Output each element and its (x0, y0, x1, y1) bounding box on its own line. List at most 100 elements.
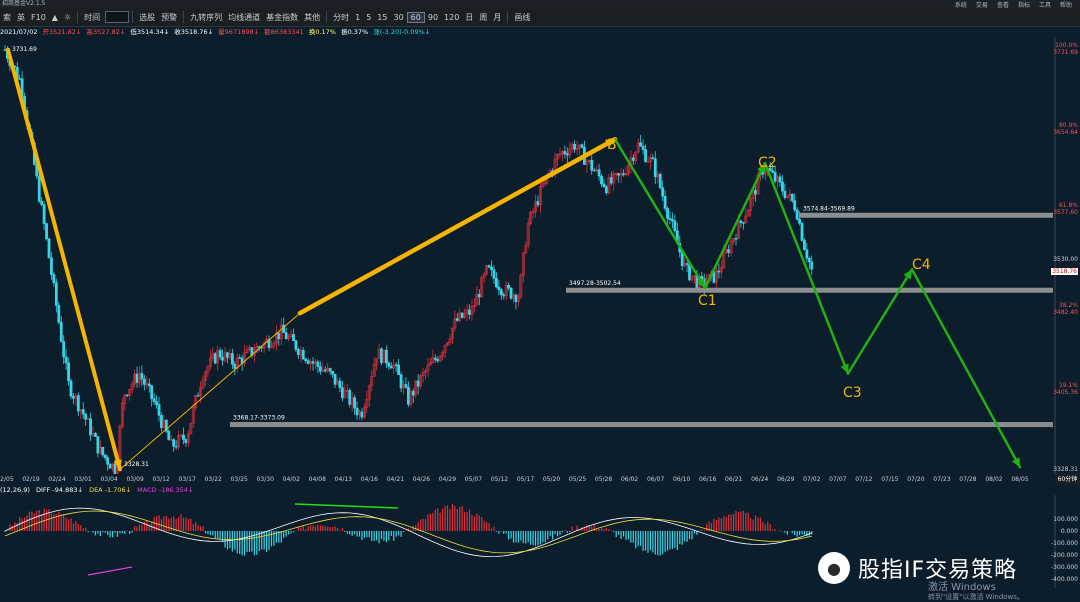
candle-body (306, 360, 310, 364)
candle-body (700, 276, 704, 279)
candle-body (641, 145, 645, 150)
info-date: 2021/07/02 (0, 28, 38, 36)
candle-body (150, 385, 154, 399)
candle-body (59, 321, 63, 342)
time-axis-tick: 04/29 (438, 476, 457, 483)
mode-label: 时间 (84, 12, 101, 22)
toolbar-divider (132, 11, 134, 23)
candle-body (94, 433, 97, 437)
high-price-label: 3731.69 (12, 46, 37, 53)
time-axis-tick: 06/07 (646, 476, 665, 483)
candle-body (331, 371, 335, 375)
candle-body (140, 373, 144, 380)
candle-body (167, 431, 171, 441)
period-day-button[interactable]: 日 (462, 12, 476, 23)
candle-body (380, 348, 383, 364)
price-axis-label: 38.2% 3482.40 (1053, 301, 1078, 316)
candle-body (96, 436, 100, 454)
candle-body (668, 217, 672, 220)
candle-body (353, 397, 357, 409)
price-chart[interactable]: 3574.84-3569.89 3497.28-3502.54 3368.17-33… (0, 37, 1080, 474)
other-button[interactable]: 其他 (301, 12, 323, 23)
candle-body (182, 434, 185, 440)
stock-picker-button[interactable]: 选股 (136, 12, 158, 23)
fund-index-button[interactable]: 基金指数 (263, 12, 301, 23)
candle-body (157, 404, 161, 416)
menu-trade[interactable]: 交易 (976, 0, 988, 9)
period-month-button[interactable]: 月 (490, 12, 504, 23)
candle-body (54, 282, 58, 306)
candle-body (152, 398, 156, 402)
time-axis-tick: 04/08 (308, 476, 326, 483)
candle-body (602, 183, 606, 188)
candle-body (754, 190, 757, 195)
info-amount: 额86383341 (264, 28, 304, 36)
toolbar-divider (326, 11, 328, 23)
alert-button[interactable]: 预警 (158, 12, 180, 23)
mode-select[interactable] (105, 11, 130, 23)
title-bar: 招商基金V2.1.5 系统 交易 查看 指标 工具 帮助 (0, 0, 1080, 9)
candle-body (795, 209, 799, 220)
period-90m-button[interactable]: 90 (425, 13, 441, 22)
period-30m-button[interactable]: 30 (390, 13, 406, 22)
up-arrow-icon[interactable]: ▲ (49, 13, 61, 22)
time-axis-tick: 07/02 (803, 476, 821, 483)
settings-icon[interactable]: ☼ (61, 13, 74, 22)
candle-body (338, 380, 342, 388)
menu-tools[interactable]: 工具 (1039, 0, 1051, 9)
candle-body (184, 439, 188, 444)
candle-body (172, 439, 176, 447)
candle-body (639, 142, 643, 147)
english-toggle-button[interactable]: 英 (14, 12, 28, 23)
candle-body (142, 378, 146, 385)
candle-body (89, 418, 92, 436)
time-axis-tick: 05/07 (464, 476, 483, 483)
period-week-button[interactable]: 周 (476, 12, 490, 23)
menu-help[interactable]: 帮助 (1060, 0, 1072, 9)
price-zone-band (230, 422, 1053, 428)
period-120m-button[interactable]: 120 (441, 13, 462, 22)
f10-button[interactable]: F10 (28, 13, 49, 22)
macd-axis-label: -400.000 (1051, 576, 1078, 583)
candle-body (734, 238, 738, 240)
macd-axis-label: -200.000 (1051, 552, 1078, 559)
time-axis-tick: 06/21 (725, 476, 743, 483)
candle-body (671, 219, 674, 222)
time-axis-tick: 02/19 (22, 476, 40, 483)
activation-notice-title: 激活 Windows (928, 582, 996, 593)
price-zone-band (566, 287, 1053, 293)
time-axis-tick: 05/17 (516, 476, 535, 483)
menu-system[interactable]: 系统 (955, 0, 967, 9)
candle-body (304, 358, 308, 361)
info-close: 收3518.76↓ (174, 28, 214, 36)
candle-body (125, 394, 129, 397)
period-1m-button[interactable]: 1 (352, 13, 363, 22)
toolbar-divider (183, 11, 185, 23)
menu-view[interactable]: 查看 (997, 0, 1009, 9)
candle-body (597, 169, 601, 177)
time-axis-tick: 07/12 (855, 476, 873, 483)
activation-notice-text: 转到"设置"以激活 Windows。 (928, 593, 1024, 601)
period-5m-button[interactable]: 5 (363, 13, 374, 22)
time-axis-tick: 06/02 (620, 476, 639, 483)
search-icon[interactable]: 索 (0, 12, 14, 23)
time-axis-tick: 03/04 (100, 476, 118, 483)
draw-line-button[interactable]: 画线 (511, 12, 533, 23)
time-axis-tick: 07/20 (907, 476, 925, 483)
time-axis-tick: 07/28 (959, 476, 977, 483)
period-15m-button[interactable]: 15 (374, 13, 390, 22)
candle-body (727, 249, 731, 253)
candle-body (778, 176, 782, 183)
candle-body (514, 294, 518, 302)
nine-turn-button[interactable]: 九转序列 (187, 12, 225, 23)
macd-dea: DEA -1.706↓ (89, 486, 132, 494)
ma-channel-button[interactable]: 均线通道 (225, 12, 263, 23)
candle-body (399, 374, 403, 389)
period-60m-button[interactable]: 60 (406, 11, 425, 23)
period-tick-button[interactable]: 分时 (330, 12, 352, 23)
menu-indicator[interactable]: 指标 (1018, 0, 1030, 9)
candle-body (147, 383, 151, 387)
time-axis-tick: 08/02 (985, 476, 1003, 483)
candle-body (673, 220, 677, 232)
candle-body (213, 353, 217, 364)
